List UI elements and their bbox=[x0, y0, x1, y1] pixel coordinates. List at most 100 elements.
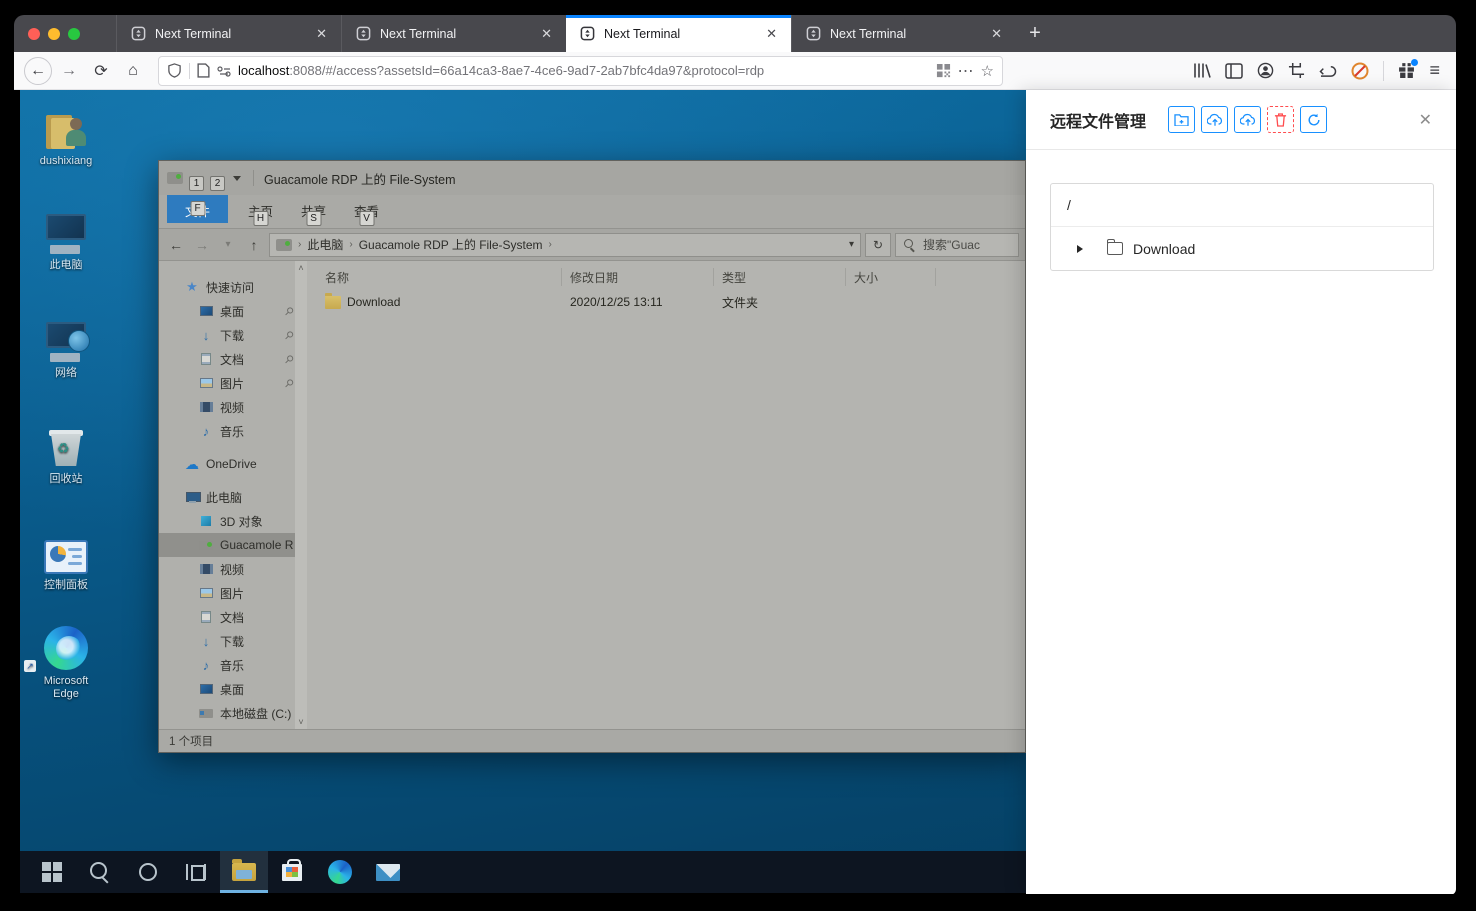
ribbon-tab-home[interactable]: 主页 H bbox=[234, 195, 287, 226]
nav-documents[interactable]: 文档⚲ bbox=[159, 347, 307, 371]
nav-quick-access[interactable]: ★快速访问 bbox=[159, 275, 307, 299]
nav-pc-videos[interactable]: 视频 bbox=[159, 557, 307, 581]
nav-local-disk-c[interactable]: 本地磁盘 (C:) bbox=[159, 701, 307, 725]
nav-pc-music[interactable]: ♪音乐 bbox=[159, 653, 307, 677]
column-name[interactable]: 名称 bbox=[317, 268, 562, 286]
ribbon-tab-share[interactable]: 共享 S bbox=[287, 195, 340, 226]
library-icon[interactable] bbox=[1193, 62, 1211, 79]
cortana-button[interactable] bbox=[124, 851, 172, 893]
delete-button[interactable] bbox=[1267, 106, 1294, 133]
tab-next-terminal-1[interactable]: Next Terminal ✕ bbox=[116, 15, 341, 52]
screenshot-icon[interactable] bbox=[1288, 62, 1305, 79]
minimize-window-button[interactable] bbox=[48, 28, 60, 40]
nav-up-icon[interactable]: ↑ bbox=[243, 237, 265, 253]
breadcrumb[interactable]: › 此电脑 › Guacamole RDP 上的 File-System › ▾ bbox=[269, 233, 861, 257]
nav-onedrive[interactable]: ☁OneDrive bbox=[159, 452, 307, 476]
upload-file-button[interactable] bbox=[1201, 106, 1228, 133]
tab-next-terminal-2[interactable]: Next Terminal ✕ bbox=[341, 15, 566, 52]
upload-folder-button[interactable] bbox=[1234, 106, 1261, 133]
task-view-button[interactable] bbox=[172, 851, 220, 893]
nav-guacamole-drive[interactable]: Guacamole RD bbox=[159, 533, 307, 557]
column-size[interactable]: 大小 bbox=[846, 268, 936, 286]
nav-this-pc[interactable]: 此电脑 bbox=[159, 485, 307, 509]
taskbar-mail-button[interactable] bbox=[364, 851, 412, 893]
nav-desktop[interactable]: 桌面⚲ bbox=[159, 299, 307, 323]
explorer-search-box[interactable]: 搜索"Guac bbox=[895, 233, 1019, 257]
tab-next-terminal-4[interactable]: Next Terminal ✕ bbox=[791, 15, 1016, 52]
zoom-window-button[interactable] bbox=[68, 28, 80, 40]
taskbar-store-button[interactable] bbox=[268, 851, 316, 893]
expand-caret-icon[interactable] bbox=[1077, 245, 1083, 253]
tree-node-download[interactable]: Download bbox=[1051, 227, 1433, 270]
drawer-close-icon[interactable]: ✕ bbox=[1419, 110, 1432, 130]
url-bar[interactable]: localhost:8088/#/access?assetsId=66a14ca… bbox=[158, 56, 1003, 86]
nav-history-dropdown-icon[interactable]: ▾ bbox=[217, 239, 239, 250]
new-tab-button[interactable]: + bbox=[1016, 15, 1054, 52]
nav-downloads[interactable]: ↓下载⚲ bbox=[159, 323, 307, 347]
current-path[interactable]: / bbox=[1051, 184, 1433, 227]
nav-music[interactable]: ♪音乐 bbox=[159, 419, 307, 443]
url-text[interactable]: localhost:8088/#/access?assetsId=66a14ca… bbox=[238, 63, 929, 78]
column-type[interactable]: 类型 bbox=[714, 268, 846, 286]
bookmark-star-icon[interactable]: ☆ bbox=[981, 62, 994, 80]
tab-close-icon[interactable]: ✕ bbox=[762, 24, 781, 44]
taskbar-edge-button[interactable] bbox=[316, 851, 364, 893]
blocked-extension-icon[interactable] bbox=[1351, 62, 1369, 80]
ribbon-tab-file[interactable]: 文件 F bbox=[167, 195, 228, 223]
rdp-canvas[interactable]: dushixiang 此电脑 网络 ♻ 回收站 控制面板 ↗ Microsoft… bbox=[20, 90, 1026, 893]
page-actions-icon[interactable]: ⋯ bbox=[958, 61, 974, 81]
nav-pc-downloads[interactable]: ↓下载 bbox=[159, 629, 307, 653]
scroll-down-icon[interactable]: ˅ bbox=[298, 717, 303, 727]
close-window-button[interactable] bbox=[28, 28, 40, 40]
tab-next-terminal-3-active[interactable]: Next Terminal ✕ bbox=[566, 15, 791, 52]
tab-close-icon[interactable]: ✕ bbox=[987, 24, 1006, 44]
menu-icon[interactable]: ≡ bbox=[1429, 60, 1440, 81]
qr-code-icon[interactable] bbox=[936, 63, 951, 78]
back-button[interactable]: ← bbox=[24, 57, 52, 85]
address-dropdown-icon[interactable]: ▾ bbox=[849, 239, 854, 250]
file-row-download[interactable]: Download 2020/12/25 13:11 文件夹 bbox=[317, 289, 1025, 315]
desktop-icon-control-panel[interactable]: 控制面板 bbox=[28, 528, 104, 592]
quick-access-star-icon: ★ bbox=[185, 281, 199, 293]
taskbar-search-button[interactable] bbox=[76, 851, 124, 893]
nav-videos[interactable]: 视频 bbox=[159, 395, 307, 419]
scroll-up-icon[interactable]: ˄ bbox=[298, 263, 303, 273]
desktop-icon-network[interactable]: 网络 bbox=[28, 316, 104, 380]
forward-button[interactable]: → bbox=[54, 56, 84, 86]
column-modified[interactable]: 修改日期 bbox=[562, 268, 714, 286]
page-info-icon[interactable] bbox=[197, 63, 210, 78]
shield-icon[interactable] bbox=[167, 63, 182, 78]
undo-icon[interactable] bbox=[1319, 63, 1337, 78]
extension-gift-icon[interactable] bbox=[1398, 62, 1415, 79]
home-button[interactable]: ⌂ bbox=[118, 56, 148, 86]
nav-3d-objects[interactable]: 3D 对象 bbox=[159, 509, 307, 533]
start-button[interactable] bbox=[28, 851, 76, 893]
reload-button[interactable]: ⟳ bbox=[86, 56, 116, 86]
nav-back-icon[interactable]: ← bbox=[165, 237, 187, 253]
explorer-title-bar[interactable]: 1 2 Guacamole RDP 上的 File-System bbox=[159, 161, 1025, 195]
ribbon-tab-view[interactable]: 查看 V bbox=[340, 195, 393, 226]
account-icon[interactable] bbox=[1257, 62, 1274, 79]
permissions-icon[interactable] bbox=[217, 65, 231, 77]
desktop-icon-recycle-bin[interactable]: ♻ 回收站 bbox=[28, 422, 104, 486]
sidebar-icon[interactable] bbox=[1225, 63, 1243, 79]
file-explorer-window[interactable]: 1 2 Guacamole RDP 上的 File-System 文件 F 主页… bbox=[158, 160, 1026, 753]
refresh-button[interactable] bbox=[1300, 106, 1327, 133]
nav-pc-documents[interactable]: 文档 bbox=[159, 605, 307, 629]
breadcrumb-filesystem[interactable]: Guacamole RDP 上的 File-System bbox=[359, 236, 543, 253]
desktop-icon-this-pc[interactable]: 此电脑 bbox=[28, 208, 104, 272]
nav-scrollbar[interactable]: ˄˅ bbox=[295, 261, 307, 729]
breadcrumb-this-pc[interactable]: 此电脑 bbox=[307, 236, 343, 253]
nav-forward-icon[interactable]: → bbox=[191, 237, 213, 253]
tab-close-icon[interactable]: ✕ bbox=[537, 24, 556, 44]
desktop-icon-edge[interactable]: ↗ Microsoft Edge bbox=[28, 624, 104, 701]
nav-pictures[interactable]: 图片⚲ bbox=[159, 371, 307, 395]
new-folder-button[interactable] bbox=[1168, 106, 1195, 133]
qat-dropdown-icon[interactable] bbox=[233, 176, 241, 181]
nav-pc-pictures[interactable]: 图片 bbox=[159, 581, 307, 605]
taskbar-file-explorer-button[interactable] bbox=[220, 851, 268, 893]
desktop-icon-dushixiang[interactable]: dushixiang bbox=[28, 104, 104, 168]
refresh-button[interactable]: ↻ bbox=[865, 233, 891, 257]
tab-close-icon[interactable]: ✕ bbox=[312, 24, 331, 44]
nav-pc-desktop[interactable]: 桌面 bbox=[159, 677, 307, 701]
